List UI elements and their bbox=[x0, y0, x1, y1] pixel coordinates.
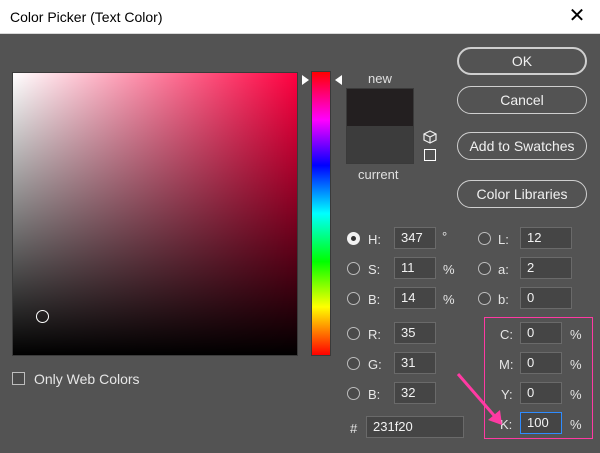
only-web-colors-checkbox[interactable] bbox=[12, 372, 25, 385]
g-label: G: bbox=[368, 357, 382, 372]
lab-b-label: b: bbox=[498, 292, 509, 307]
a-radio[interactable] bbox=[478, 262, 491, 275]
c-unit: % bbox=[570, 327, 582, 342]
lab-b-radio[interactable] bbox=[478, 292, 491, 305]
y-unit: % bbox=[570, 387, 582, 402]
h-radio[interactable] bbox=[347, 232, 360, 245]
new-label: new bbox=[368, 71, 392, 86]
l-label: L: bbox=[498, 232, 509, 247]
rgb-b-input[interactable]: 32 bbox=[394, 382, 436, 404]
y-input[interactable]: 0 bbox=[520, 382, 562, 404]
r-input[interactable]: 35 bbox=[394, 322, 436, 344]
r-label: R: bbox=[368, 327, 381, 342]
hue-slider-left-handle-icon[interactable] bbox=[302, 75, 309, 85]
only-web-colors-label[interactable]: Only Web Colors bbox=[34, 371, 140, 387]
hue-slider[interactable] bbox=[311, 71, 331, 356]
color-libraries-button[interactable]: Color Libraries bbox=[457, 180, 587, 208]
close-icon[interactable]: ✕ bbox=[554, 0, 600, 34]
hsb-b-radio[interactable] bbox=[347, 292, 360, 305]
hsb-b-label: B: bbox=[368, 292, 381, 307]
current-label: current bbox=[358, 167, 399, 182]
rgb-b-label: B: bbox=[368, 387, 381, 402]
new-color-swatch bbox=[346, 88, 414, 126]
k-input[interactable]: 100 bbox=[520, 412, 562, 434]
g-input[interactable]: 31 bbox=[394, 352, 436, 374]
a-label: a: bbox=[498, 262, 509, 277]
h-unit: ° bbox=[442, 229, 448, 244]
cancel-button[interactable]: Cancel bbox=[457, 86, 587, 114]
s-radio[interactable] bbox=[347, 262, 360, 275]
hsb-b-unit: % bbox=[443, 292, 455, 307]
hue-slider-right-handle-icon[interactable] bbox=[335, 75, 342, 85]
arrow-icon bbox=[456, 373, 502, 425]
a-input[interactable]: 2 bbox=[520, 257, 572, 279]
cube-icon[interactable] bbox=[423, 130, 437, 144]
h-input[interactable]: 347 bbox=[394, 227, 436, 249]
s-input[interactable]: 11 bbox=[394, 257, 436, 279]
web-safe-icon[interactable] bbox=[424, 149, 436, 161]
add-to-swatches-button[interactable]: Add to Swatches bbox=[457, 132, 587, 160]
h-label: H: bbox=[368, 232, 381, 247]
hex-symbol: # bbox=[350, 421, 358, 436]
title-bar: Color Picker (Text Color) ✕ bbox=[0, 0, 600, 34]
current-color-swatch[interactable] bbox=[346, 126, 414, 164]
g-radio[interactable] bbox=[347, 357, 360, 370]
c-input[interactable]: 0 bbox=[520, 322, 562, 344]
l-input[interactable]: 12 bbox=[520, 227, 572, 249]
lab-b-input[interactable]: 0 bbox=[520, 287, 572, 309]
m-unit: % bbox=[570, 357, 582, 372]
l-radio[interactable] bbox=[478, 232, 491, 245]
s-unit: % bbox=[443, 262, 455, 277]
c-label: C: bbox=[500, 327, 513, 342]
k-unit: % bbox=[570, 417, 582, 432]
m-input[interactable]: 0 bbox=[520, 352, 562, 374]
s-label: S: bbox=[368, 262, 381, 277]
hsb-b-input[interactable]: 14 bbox=[394, 287, 436, 309]
color-field-cursor[interactable] bbox=[36, 310, 49, 323]
window-title: Color Picker (Text Color) bbox=[10, 9, 163, 25]
rgb-b-radio[interactable] bbox=[347, 387, 360, 400]
ok-button[interactable]: OK bbox=[457, 47, 587, 75]
r-radio[interactable] bbox=[347, 327, 360, 340]
color-field[interactable] bbox=[12, 72, 298, 356]
